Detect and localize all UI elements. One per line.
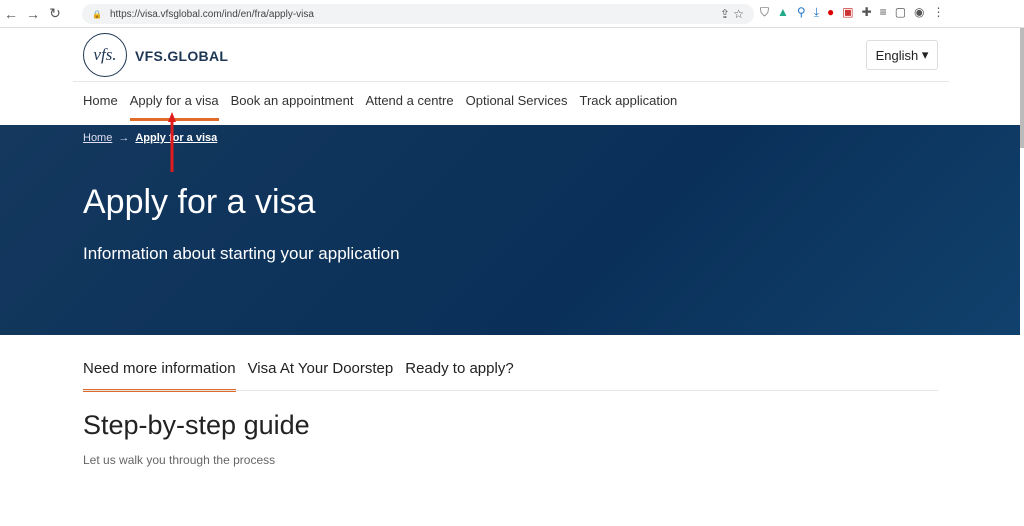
page-title: Apply for a visa (83, 183, 316, 221)
forward-icon[interactable]: → (22, 6, 44, 22)
language-dropdown[interactable]: English ▾ (866, 40, 938, 70)
red-arrow-annotation-icon (168, 112, 176, 172)
divider (73, 81, 949, 82)
nav-attend-centre[interactable]: Attend a centre (365, 93, 453, 121)
tab-need-more-information[interactable]: Need more information (83, 360, 236, 392)
extension-icons[interactable]: ⛉ ▲ ⚲ ⤓ ● ▣ ✚ ≡ ▢ ◉ ⋮ (760, 5, 945, 20)
browser-toolbar: ← → ↻ 🔒 https://visa.vfsglobal.com/ind/en… (0, 0, 1024, 28)
back-icon[interactable]: ← (0, 6, 22, 22)
nav-track-application[interactable]: Track application (580, 93, 678, 121)
nav-home[interactable]: Home (83, 93, 118, 121)
breadcrumb: Home → Apply for a visa (83, 132, 217, 144)
brand-name: VFS.GLOBAL (135, 48, 229, 64)
page-subtitle: Information about starting your applicat… (83, 244, 400, 263)
vfs-logo[interactable]: vfs. (83, 33, 127, 77)
breadcrumb-home[interactable]: Home (83, 132, 112, 144)
share-bookmark-icons[interactable]: ⇪ ☆ (720, 7, 744, 21)
hero-banner (0, 125, 1020, 335)
divider (83, 390, 938, 391)
reload-icon[interactable]: ↻ (44, 5, 66, 22)
arrow-right-icon: → (118, 132, 130, 144)
section-title: Step-by-step guide (83, 410, 310, 440)
content-tabs: Need more information Visa At Your Doors… (83, 360, 514, 392)
breadcrumb-current[interactable]: Apply for a visa (135, 132, 217, 144)
address-bar[interactable]: 🔒 https://visa.vfsglobal.com/ind/en/fra/a… (82, 4, 754, 24)
nav-book-appointment[interactable]: Book an appointment (231, 93, 354, 121)
tab-visa-at-doorstep[interactable]: Visa At Your Doorstep (248, 360, 394, 392)
tab-ready-to-apply[interactable]: Ready to apply? (405, 360, 513, 392)
scrollbar[interactable] (1020, 28, 1024, 148)
section-text: Let us walk you through the process (83, 453, 276, 467)
nav-optional-services[interactable]: Optional Services (466, 93, 568, 121)
lock-icon: 🔒 (92, 9, 102, 19)
